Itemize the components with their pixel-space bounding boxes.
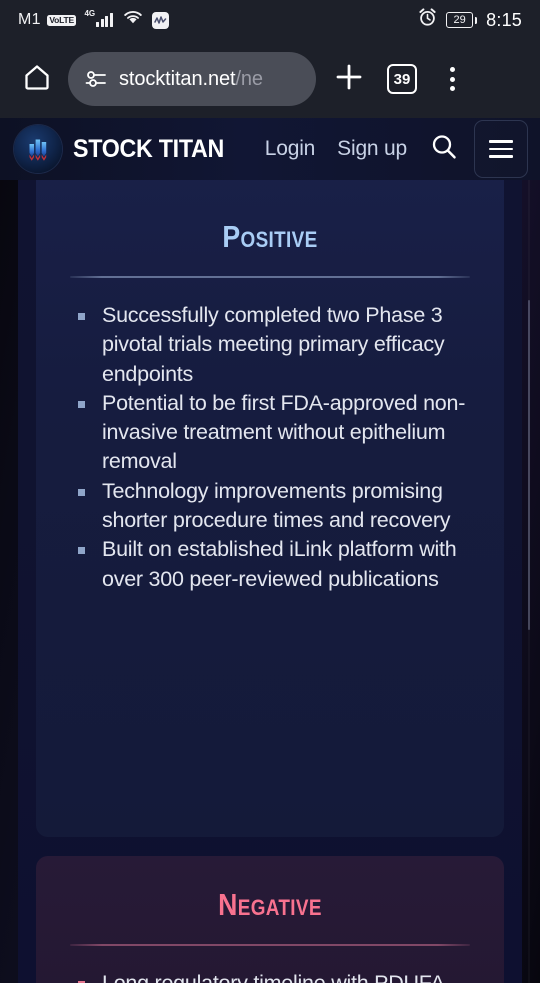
positive-bullet-list: Successfully completed two Phase 3 pivot… xyxy=(78,301,474,594)
stock-titan-logo-icon[interactable] xyxy=(14,125,62,173)
hamburger-menu-button[interactable] xyxy=(474,120,528,178)
list-item: Built on established iLink platform with… xyxy=(78,535,474,594)
new-tab-button[interactable] xyxy=(326,56,372,102)
login-link[interactable]: Login xyxy=(254,137,326,161)
three-dot-menu-icon-dot xyxy=(449,86,455,91)
search-icon xyxy=(429,132,459,167)
browser-toolbar: stocktitan.net/ne 39 xyxy=(0,40,540,118)
app-indicator-icon xyxy=(151,11,169,29)
alarm-clock-icon xyxy=(418,8,437,32)
plus-icon xyxy=(333,61,365,98)
hamburger-menu-icon-line xyxy=(489,155,513,158)
status-bar-right-group: 29 8:15 xyxy=(418,8,522,32)
signal-bars-icon: 4G xyxy=(84,9,113,27)
home-button[interactable] xyxy=(14,56,60,102)
status-bar-left-group: M1 VoLTE 4G xyxy=(18,10,169,30)
hamburger-menu-icon-line xyxy=(489,140,513,143)
list-item: Successfully completed two Phase 3 pivot… xyxy=(78,301,474,389)
page-content-area: Positive Successfully completed two Phas… xyxy=(0,180,540,983)
header-nav: Login Sign up xyxy=(254,120,528,178)
carrier-label: M1 xyxy=(18,11,41,28)
list-item: Long regulatory timeline with PDUFA date… xyxy=(78,969,474,983)
site-settings-icon[interactable] xyxy=(84,69,108,89)
three-dot-menu-icon-dot xyxy=(449,76,455,82)
page-scrollbar-thumb[interactable] xyxy=(527,300,530,630)
home-icon xyxy=(22,62,52,97)
android-status-bar: M1 VoLTE 4G 29 8:15 xyxy=(0,0,540,40)
wifi-icon xyxy=(123,10,143,30)
positive-highlights-card: Positive Successfully completed two Phas… xyxy=(36,180,504,837)
battery-icon: 29 xyxy=(446,12,478,28)
negative-card-divider xyxy=(70,944,470,946)
negative-card-title: Negative xyxy=(218,887,322,922)
url-path: /ne xyxy=(235,67,263,90)
url-text: stocktitan.net/ne xyxy=(119,68,263,91)
signal-bar-group xyxy=(96,13,113,27)
list-item: Potential to be first FDA-approved non-i… xyxy=(78,389,474,477)
tab-switcher-button[interactable]: 39 xyxy=(380,57,424,101)
battery-percent-label: 29 xyxy=(446,12,474,28)
negative-bullet-list: Long regulatory timeline with PDUFA date… xyxy=(78,969,474,983)
battery-tip xyxy=(474,16,478,24)
signup-link[interactable]: Sign up xyxy=(326,137,418,161)
list-item: Technology improvements promising shorte… xyxy=(78,477,474,536)
browser-overflow-menu-button[interactable] xyxy=(430,56,474,102)
hamburger-menu-icon-line xyxy=(489,147,513,151)
site-brand-title: STOCK TITAN xyxy=(73,134,225,163)
url-bar[interactable]: stocktitan.net/ne xyxy=(68,52,316,106)
network-type-label: 4G xyxy=(84,9,96,18)
negative-highlights-card: Negative Long regulatory timeline with P… xyxy=(36,856,504,983)
search-button[interactable] xyxy=(422,127,466,171)
url-host: stocktitan.net xyxy=(119,67,236,90)
volte-badge: VoLTE xyxy=(46,14,77,26)
tab-count-badge: 39 xyxy=(387,64,417,94)
site-header: STOCK TITAN Login Sign up xyxy=(0,118,540,180)
three-dot-menu-icon-dot xyxy=(449,67,455,72)
positive-card-divider xyxy=(70,276,470,278)
clock-label: 8:15 xyxy=(486,9,522,30)
positive-card-title: Positive xyxy=(222,219,318,254)
